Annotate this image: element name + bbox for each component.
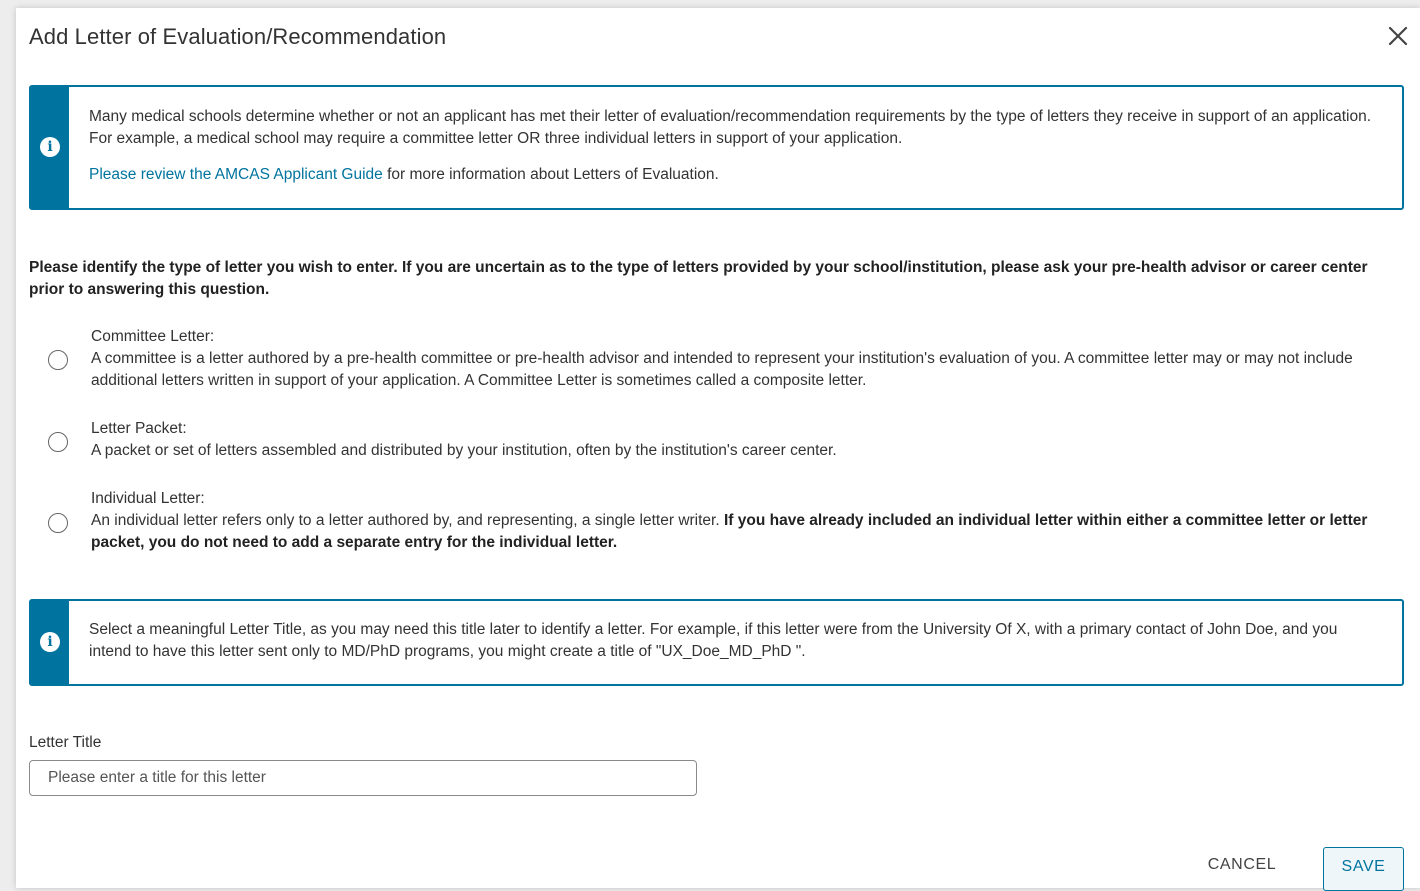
option-title: Committee Letter: <box>91 328 215 345</box>
info-icon: i <box>40 632 60 652</box>
option-letter-packet[interactable]: Letter Packet: A packet or set of letter… <box>48 418 1368 462</box>
letter-title-info-box: i Select a meaningful Letter Title, as y… <box>29 599 1404 686</box>
option-title: Letter Packet: <box>91 420 187 437</box>
option-individual-letter[interactable]: Individual Letter: An individual letter … <box>48 488 1368 554</box>
letter-packet-radio[interactable] <box>48 432 68 452</box>
option-description: An individual letter refers only to a le… <box>91 512 724 529</box>
info-link-suffix: for more information about Letters of Ev… <box>382 166 719 183</box>
individual-letter-radio[interactable] <box>48 513 68 533</box>
close-icon <box>1388 26 1408 46</box>
info-text: Select a meaningful Letter Title, as you… <box>89 621 1338 660</box>
info-icon: i <box>40 137 60 157</box>
save-button[interactable]: SAVE <box>1323 847 1404 891</box>
modal-title: Add Letter of Evaluation/Recommendation <box>29 24 447 49</box>
option-description: A packet or set of letters assembled and… <box>91 442 837 459</box>
info-text: Many medical schools determine whether o… <box>89 108 1372 147</box>
letter-title-input[interactable] <box>29 760 697 796</box>
add-letter-modal: Add Letter of Evaluation/Recommendation … <box>16 8 1420 891</box>
letter-type-question: Please identify the type of letter you w… <box>29 259 1368 298</box>
option-title: Individual Letter: <box>91 490 205 507</box>
committee-letter-radio[interactable] <box>48 350 68 370</box>
letter-requirements-info-box: i Many medical schools determine whether… <box>29 85 1404 210</box>
close-button[interactable] <box>1384 22 1412 50</box>
amcas-applicant-guide-link[interactable]: Please review the AMCAS Applicant Guide <box>89 166 383 183</box>
cancel-button[interactable]: CANCEL <box>1202 853 1282 877</box>
letter-title-label: Letter Title <box>29 734 102 751</box>
option-committee-letter[interactable]: Committee Letter: A committee is a lette… <box>48 326 1368 392</box>
option-description: A committee is a letter authored by a pr… <box>91 350 1353 389</box>
